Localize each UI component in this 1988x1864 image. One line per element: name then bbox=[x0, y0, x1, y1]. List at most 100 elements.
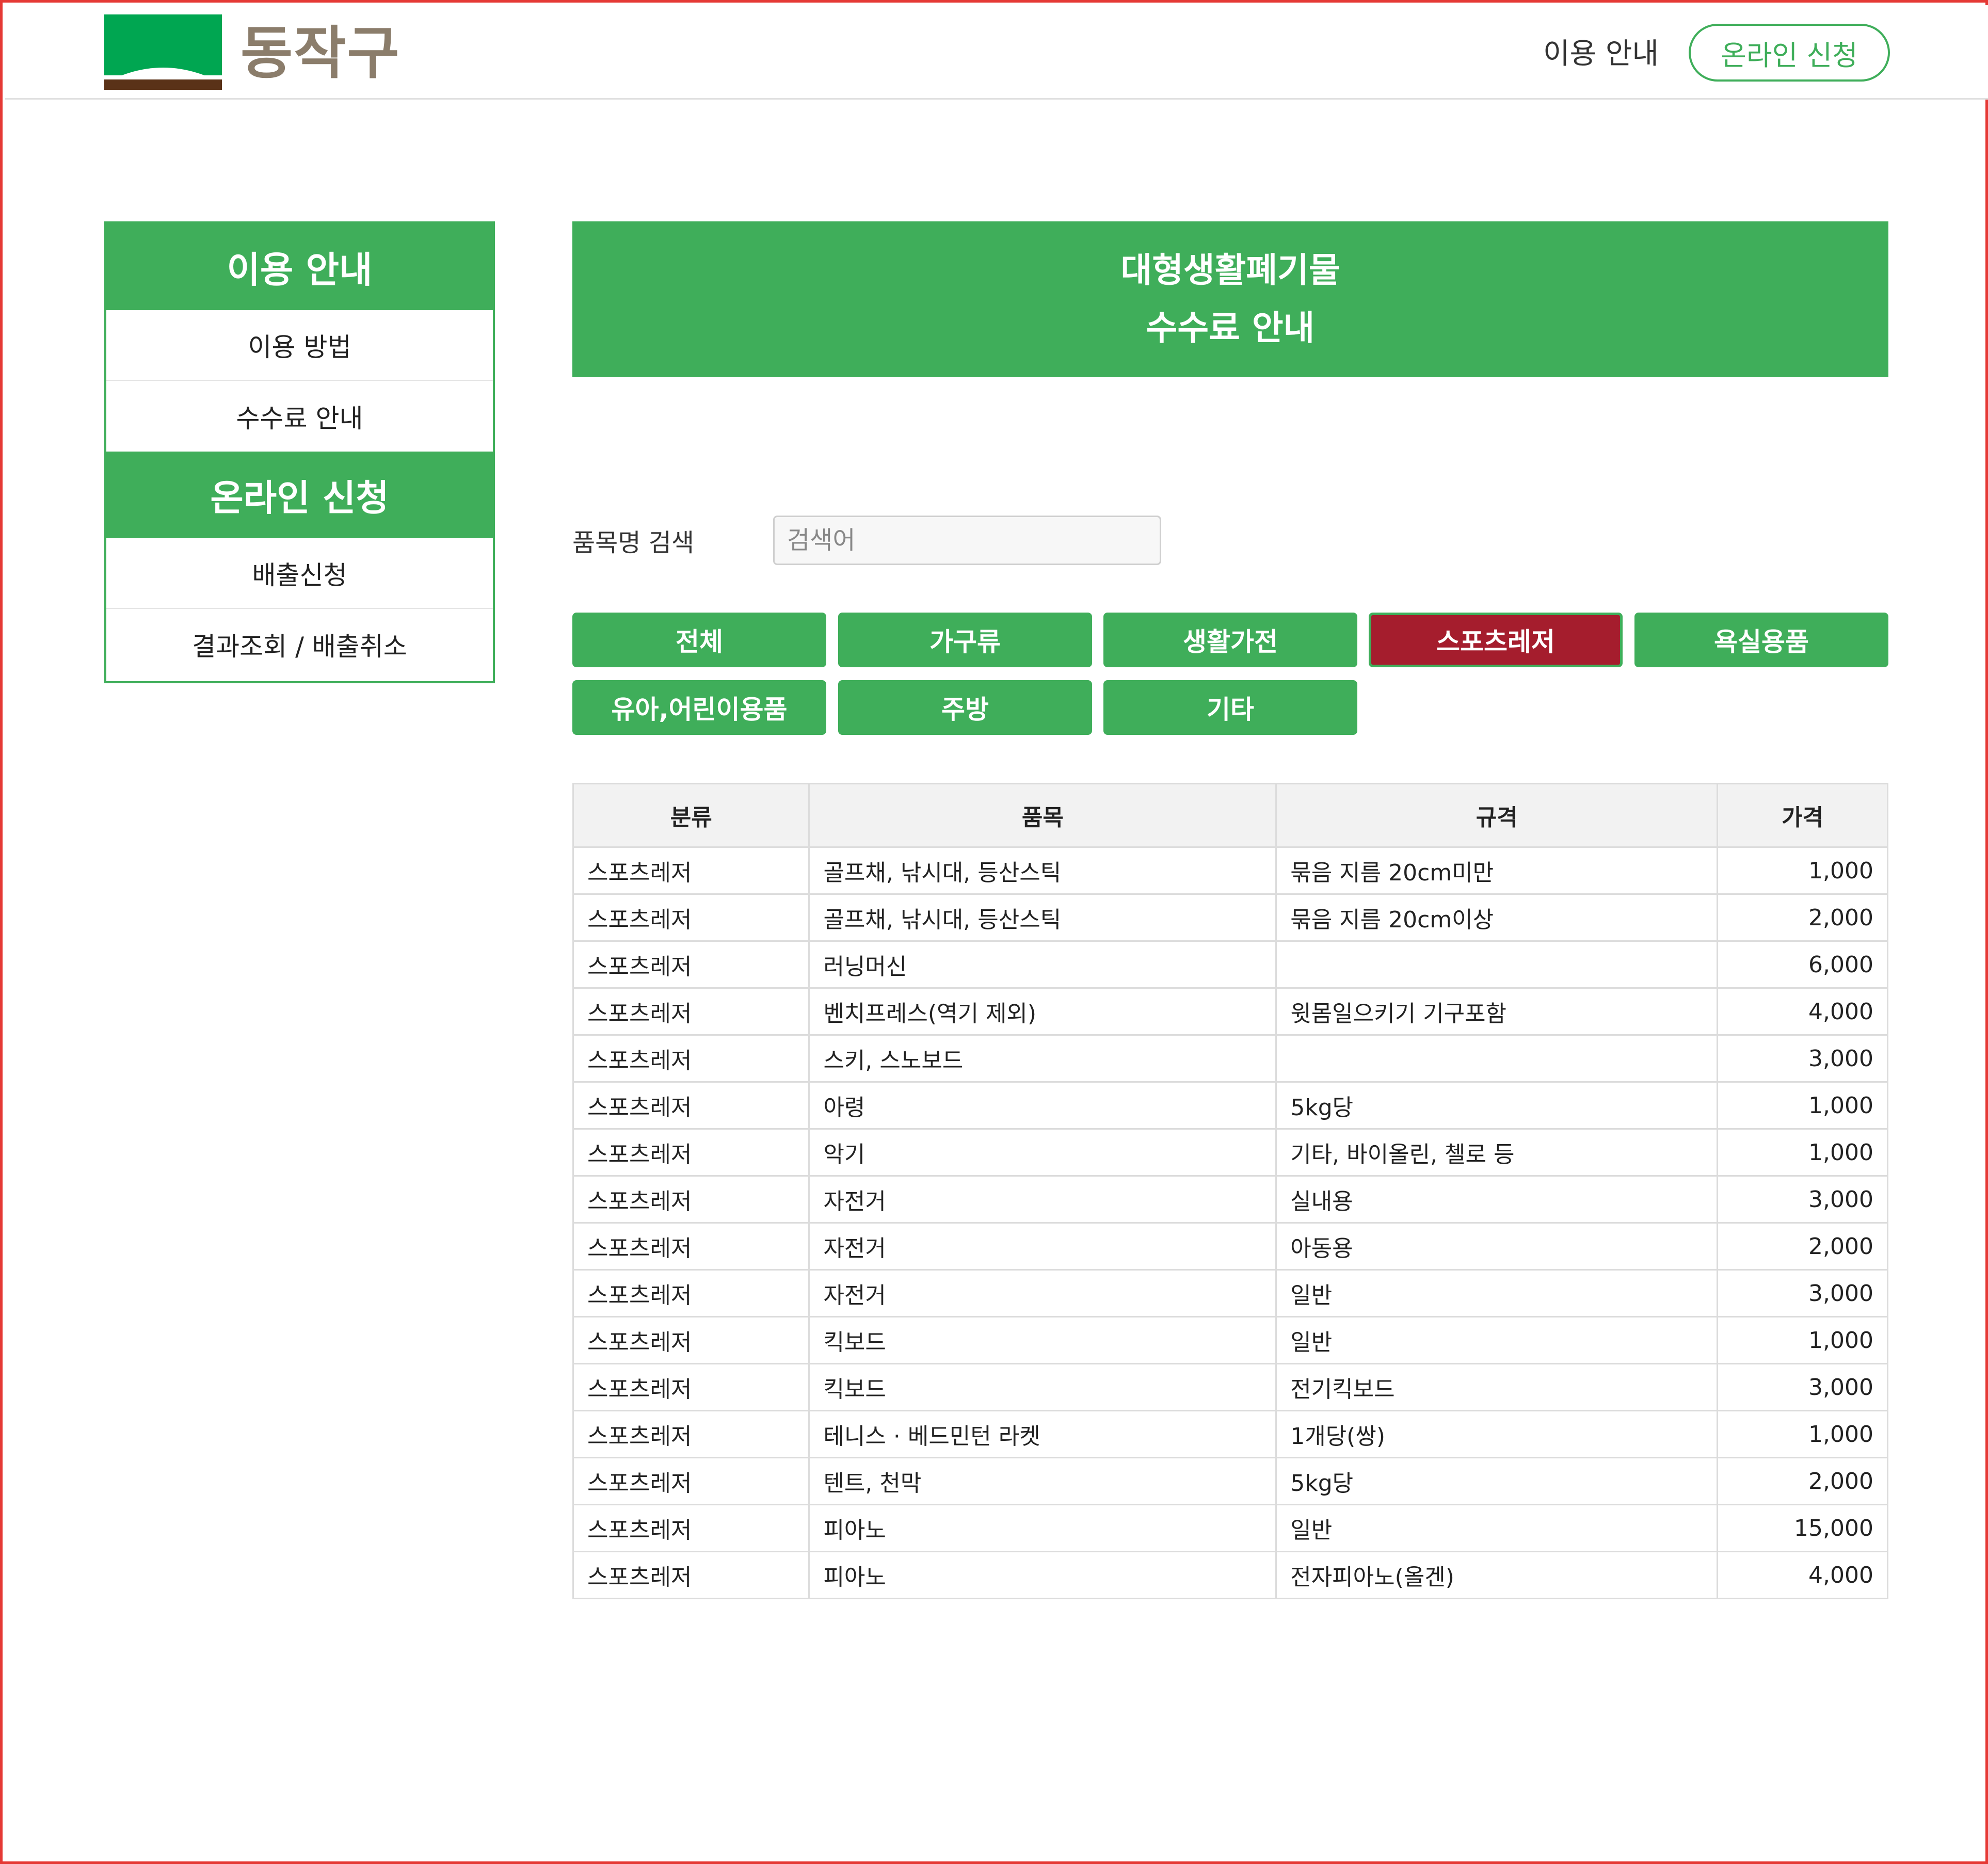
dongjak-logo-icon bbox=[104, 14, 222, 90]
table-row: 스포츠레저 벤치프레스(역기 제외) 윗몸일으키기 기구포함 4,000 bbox=[572, 987, 1888, 1036]
cell-item: 자전거 bbox=[808, 1269, 1277, 1317]
page-title-line2: 수수료 안내 bbox=[1146, 308, 1315, 348]
table-row: 스포츠레저 자전거 일반 3,000 bbox=[572, 1269, 1888, 1317]
cell-category: 스포츠레저 bbox=[572, 1128, 810, 1177]
cell-item: 자전거 bbox=[808, 1175, 1277, 1224]
page-frame: 동작구 이용 안내 온라인 신청 이용 안내 이용 방법 수수료 안내 온라인 … bbox=[0, 0, 1988, 1864]
cell-price: 1,000 bbox=[1717, 1128, 1888, 1177]
cell-price: 4,000 bbox=[1717, 1551, 1888, 1599]
nav-guide-link[interactable]: 이용 안내 bbox=[1543, 34, 1659, 75]
cell-category: 스포츠레저 bbox=[572, 1175, 810, 1224]
site-logo[interactable]: 동작구 bbox=[104, 14, 400, 92]
cell-category: 스포츠레저 bbox=[572, 987, 810, 1036]
cell-price: 2,000 bbox=[1717, 1457, 1888, 1505]
table-row: 스포츠레저 자전거 아동용 2,000 bbox=[572, 1222, 1888, 1271]
cell-category: 스포츠레저 bbox=[572, 846, 810, 895]
table-header-row: 분류 품목 규격 가격 bbox=[572, 783, 1888, 848]
cell-category: 스포츠레저 bbox=[572, 1034, 810, 1083]
cell-spec: 일반 bbox=[1275, 1269, 1719, 1317]
table-row: 스포츠레저 골프채, 낚시대, 등산스틱 묶음 지름 20cm이상 2,000 bbox=[572, 893, 1888, 942]
search-input[interactable] bbox=[773, 516, 1161, 565]
cell-price: 3,000 bbox=[1717, 1175, 1888, 1224]
cell-price: 3,000 bbox=[1717, 1363, 1888, 1411]
table-body: 스포츠레저 골프채, 낚시대, 등산스틱 묶음 지름 20cm미만 1,000 스포츠레… bbox=[572, 846, 1888, 1599]
category-kids-button[interactable]: 유아,어린이용품 bbox=[572, 680, 826, 735]
cell-spec: 전기킥보드 bbox=[1275, 1363, 1719, 1411]
sidebar-menu: 이용 안내 이용 방법 수수료 안내 온라인 신청 배출신청 결과조회 / 배출… bbox=[104, 221, 495, 683]
cell-category: 스포츠레저 bbox=[572, 1457, 810, 1505]
cell-spec: 전자피아노(올겐) bbox=[1275, 1551, 1719, 1599]
cell-item: 텐트, 천막 bbox=[808, 1457, 1277, 1505]
cell-item: 킥보드 bbox=[808, 1363, 1277, 1411]
fee-table: 분류 품목 규격 가격 스포츠레저 골프채, 낚시대, 등산스틱 묶음 지름 20c… bbox=[572, 783, 1888, 1599]
page-title-line1: 대형생활폐기물 bbox=[1120, 250, 1340, 290]
cell-item: 킥보드 bbox=[808, 1316, 1277, 1364]
online-apply-button[interactable]: 온라인 신청 bbox=[1689, 24, 1890, 82]
column-header-item: 품목 bbox=[808, 783, 1277, 848]
cell-item: 아령 bbox=[808, 1081, 1277, 1130]
category-bath-button[interactable]: 욕실용품 bbox=[1634, 613, 1888, 667]
cell-item: 러닝머신 bbox=[808, 940, 1277, 989]
cell-price: 6,000 bbox=[1717, 940, 1888, 989]
cell-category: 스포츠레저 bbox=[572, 1316, 810, 1364]
cell-category: 스포츠레저 bbox=[572, 940, 810, 989]
table-row: 스포츠레저 킥보드 전기킥보드 3,000 bbox=[572, 1363, 1888, 1411]
table-row: 스포츠레저 골프채, 낚시대, 등산스틱 묶음 지름 20cm미만 1,000 bbox=[572, 846, 1888, 895]
cell-spec: 실내용 bbox=[1275, 1175, 1719, 1224]
cell-category: 스포츠레저 bbox=[572, 1551, 810, 1599]
category-etc-button[interactable]: 기타 bbox=[1103, 680, 1357, 735]
cell-spec: 묶음 지름 20cm이상 bbox=[1275, 893, 1719, 942]
cell-price: 3,000 bbox=[1717, 1269, 1888, 1317]
search-label: 품목명 검색 bbox=[572, 528, 695, 557]
cell-spec: 일반 bbox=[1275, 1316, 1719, 1364]
table-row: 스포츠레저 아령 5kg당 1,000 bbox=[572, 1081, 1888, 1130]
cell-spec: 묶음 지름 20cm미만 bbox=[1275, 846, 1719, 895]
column-header-category: 분류 bbox=[572, 783, 810, 848]
cell-item: 피아노 bbox=[808, 1504, 1277, 1552]
table-row: 스포츠레저 자전거 실내용 3,000 bbox=[572, 1175, 1888, 1224]
table-row: 스포츠레저 악기 기타, 바이올린, 첼로 등 1,000 bbox=[572, 1128, 1888, 1177]
cell-spec: 1개당(쌍) bbox=[1275, 1410, 1719, 1458]
cell-price: 1,000 bbox=[1717, 1316, 1888, 1364]
sidebar-item-how-to-use[interactable]: 이용 방법 bbox=[106, 310, 493, 381]
category-furniture-button[interactable]: 가구류 bbox=[838, 613, 1092, 667]
cell-spec: 윗몸일으키기 기구포함 bbox=[1275, 987, 1719, 1036]
cell-spec: 5kg당 bbox=[1275, 1457, 1719, 1505]
cell-category: 스포츠레저 bbox=[572, 1410, 810, 1458]
site-header: 동작구 이용 안내 온라인 신청 bbox=[5, 5, 1988, 100]
table-row: 스포츠레저 러닝머신 6,000 bbox=[572, 940, 1888, 989]
cell-item: 피아노 bbox=[808, 1551, 1277, 1599]
cell-spec: 아동용 bbox=[1275, 1222, 1719, 1271]
cell-item: 스키, 스노보드 bbox=[808, 1034, 1277, 1083]
table-row: 스포츠레저 피아노 일반 15,000 bbox=[572, 1504, 1888, 1552]
cell-price: 3,000 bbox=[1717, 1034, 1888, 1083]
logo-text: 동작구 bbox=[241, 20, 400, 86]
cell-price: 2,000 bbox=[1717, 893, 1888, 942]
cell-spec bbox=[1275, 940, 1719, 989]
cell-item: 골프채, 낚시대, 등산스틱 bbox=[808, 846, 1277, 895]
cell-price: 4,000 bbox=[1717, 987, 1888, 1036]
cell-spec: 5kg당 bbox=[1275, 1081, 1719, 1130]
cell-item: 벤치프레스(역기 제외) bbox=[808, 987, 1277, 1036]
sidebar-heading-apply: 온라인 신청 bbox=[106, 452, 493, 538]
category-sports-button[interactable]: 스포츠레저 bbox=[1369, 613, 1623, 667]
sidebar-item-disposal-request[interactable]: 배출신청 bbox=[106, 538, 493, 609]
cell-price: 1,000 bbox=[1717, 846, 1888, 895]
table-row: 스포츠레저 피아노 전자피아노(올겐) 4,000 bbox=[572, 1551, 1888, 1599]
cell-spec: 기타, 바이올린, 첼로 등 bbox=[1275, 1128, 1719, 1177]
category-all-button[interactable]: 전체 bbox=[572, 613, 826, 667]
page-title-banner: 대형생활폐기물 수수료 안내 bbox=[572, 221, 1888, 377]
column-header-spec: 규격 bbox=[1275, 783, 1719, 848]
category-kitchen-button[interactable]: 주방 bbox=[838, 680, 1092, 735]
cell-price: 2,000 bbox=[1717, 1222, 1888, 1271]
cell-category: 스포츠레저 bbox=[572, 1504, 810, 1552]
category-appliance-button[interactable]: 생활가전 bbox=[1103, 613, 1357, 667]
sidebar-item-fee-guide[interactable]: 수수료 안내 bbox=[106, 381, 493, 452]
cell-price: 15,000 bbox=[1717, 1504, 1888, 1552]
table-row: 스포츠레저 스키, 스노보드 3,000 bbox=[572, 1034, 1888, 1083]
sidebar-item-result-cancel[interactable]: 결과조회 / 배출취소 bbox=[106, 609, 493, 680]
sidebar-heading-guide: 이용 안내 bbox=[106, 223, 493, 310]
cell-category: 스포츠레저 bbox=[572, 893, 810, 942]
cell-category: 스포츠레저 bbox=[572, 1081, 810, 1130]
cell-item: 자전거 bbox=[808, 1222, 1277, 1271]
